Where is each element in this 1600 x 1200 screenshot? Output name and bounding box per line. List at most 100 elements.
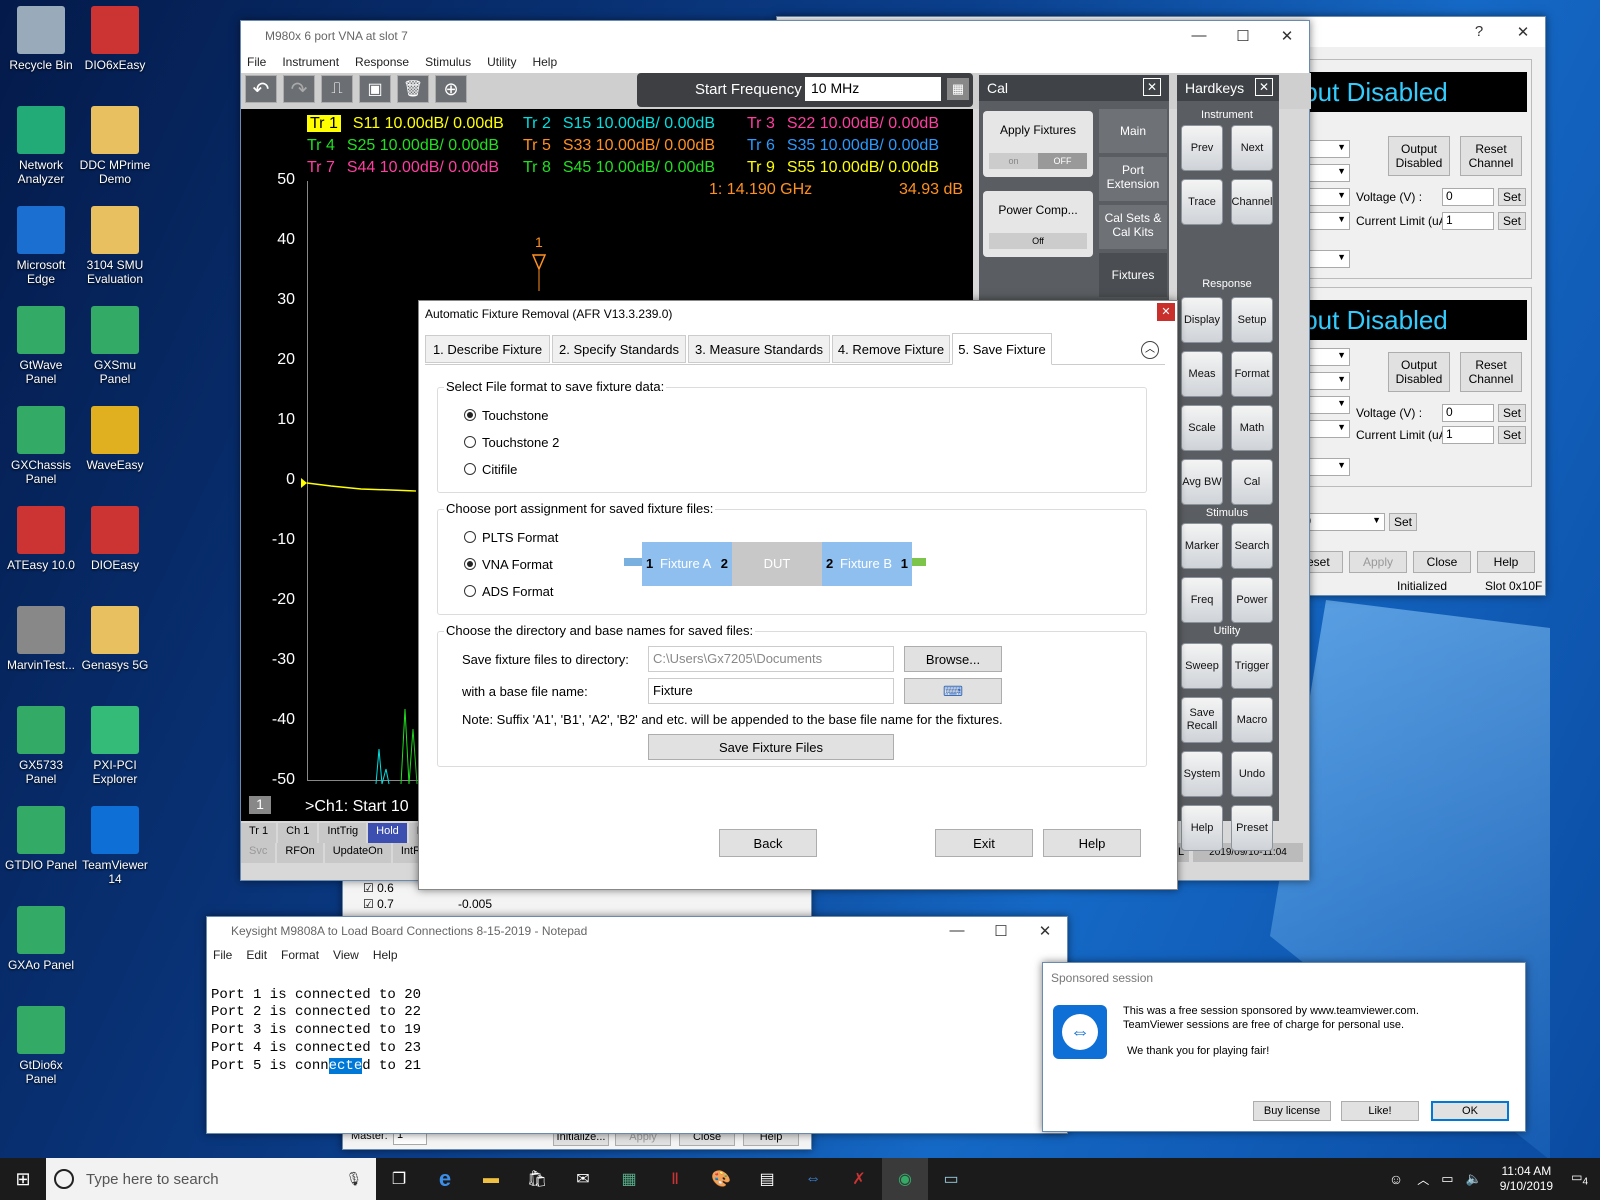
task-view-icon[interactable]: ❐ xyxy=(376,1158,422,1200)
volume-icon[interactable]: 🔈 xyxy=(1460,1171,1488,1187)
desktop-icon[interactable]: GtWave Panel xyxy=(4,306,78,386)
output-disabled-button[interactable]: Output Disabled xyxy=(1388,352,1450,392)
windows-start-icon[interactable]: ⊞ xyxy=(0,1158,46,1200)
desktop-icon[interactable]: 3104 SMU Evaluation xyxy=(78,206,152,286)
hardkey-freq[interactable]: Freq xyxy=(1181,577,1223,623)
radio-vna-format[interactable]: VNA Format xyxy=(464,557,553,572)
hardkey-undo[interactable]: Undo xyxy=(1231,751,1273,797)
collapse-icon[interactable]: ︿ xyxy=(1141,341,1159,359)
desktop-icon[interactable]: GXChassis Panel xyxy=(4,406,78,486)
set-count-button[interactable]: Set xyxy=(1389,513,1417,531)
menu-help[interactable]: Help xyxy=(373,948,398,962)
hardkey-marker[interactable]: Marker xyxy=(1181,523,1223,569)
hardkey-math[interactable]: Math xyxy=(1231,405,1273,451)
close-icon[interactable]: ✕ xyxy=(1023,922,1067,940)
menu-response[interactable]: Response xyxy=(355,55,409,69)
status-item[interactable]: IntTrig xyxy=(319,823,367,843)
set-voltage-button[interactable]: Set xyxy=(1498,404,1526,422)
hardkey-format[interactable]: Format xyxy=(1231,351,1273,397)
redo-icon[interactable]: ↷ xyxy=(283,75,315,103)
close-icon[interactable]: ✕ xyxy=(1501,23,1545,41)
hardkey-display[interactable]: Display xyxy=(1181,297,1223,343)
hardkey-help[interactable]: Help xyxy=(1181,805,1223,851)
hardkey-avg-bw[interactable]: Avg BW xyxy=(1181,459,1223,505)
hardkey-macro[interactable]: Macro xyxy=(1231,697,1273,743)
reset-channel-button[interactable]: Reset Channel xyxy=(1460,136,1522,176)
undo-icon[interactable]: ↶ xyxy=(245,75,277,103)
radio-citifile[interactable]: Citifile xyxy=(464,462,517,477)
taskbar-search-box[interactable]: Type here to search 🎙 xyxy=(46,1158,376,1200)
dioeasy-icon[interactable]: Ⅱ xyxy=(652,1158,698,1200)
desktop-icon[interactable]: GXSmu Panel xyxy=(78,306,152,386)
menu-file[interactable]: File xyxy=(213,948,232,962)
menu-stimulus[interactable]: Stimulus xyxy=(425,55,471,69)
desktop-icon[interactable]: DIO6xEasy xyxy=(78,6,152,72)
teamviewer-icon[interactable]: ⇔ xyxy=(790,1158,836,1200)
desktop-icon[interactable]: Recycle Bin xyxy=(4,6,78,72)
desktop-icon[interactable]: ATEasy 10.0 xyxy=(4,506,78,572)
menu-utility[interactable]: Utility xyxy=(487,55,516,69)
hardkey-system[interactable]: System xyxy=(1181,751,1223,797)
desktop-icon[interactable]: GtDio6x Panel xyxy=(4,1006,78,1086)
close-icon[interactable]: ✕ xyxy=(1157,303,1175,321)
smu-apply-button[interactable]: Apply xyxy=(1349,551,1407,573)
output-disabled-button[interactable]: Output Disabled xyxy=(1388,136,1450,176)
minimize-icon[interactable]: — xyxy=(935,922,979,940)
buy-license-button[interactable]: Buy license xyxy=(1253,1101,1331,1121)
hardkey-next[interactable]: Next xyxy=(1231,125,1273,171)
notepad-icon[interactable]: ▭ xyxy=(928,1158,974,1200)
smu-help-button[interactable]: Help xyxy=(1477,551,1535,573)
desktop-icon[interactable]: GXAo Panel xyxy=(4,906,78,972)
cal-tab-main[interactable]: Main xyxy=(1099,109,1167,153)
hardkey-setup[interactable]: Setup xyxy=(1231,297,1273,343)
microphone-icon[interactable]: 🎙 xyxy=(345,1171,362,1187)
menu-view[interactable]: View xyxy=(333,948,359,962)
notepad-text[interactable]: Port 1 is connected to 20 Port 2 is conne… xyxy=(207,965,1067,1079)
close-icon[interactable]: ✕ xyxy=(1255,78,1273,96)
calculator-icon[interactable]: ▤ xyxy=(744,1158,790,1200)
tray-chevron-icon[interactable]: ︿ xyxy=(1411,1171,1435,1188)
edge-icon[interactable]: e xyxy=(422,1158,468,1200)
tab-describe-fixture[interactable]: 1. Describe Fixture xyxy=(425,335,550,363)
hardkey-channel[interactable]: Channel xyxy=(1231,179,1273,225)
desktop-icon[interactable]: GTDIO Panel xyxy=(4,806,78,872)
desktop-icon[interactable]: DIOEasy xyxy=(78,506,152,572)
save-fixture-files-button[interactable]: Save Fixture Files xyxy=(648,734,894,760)
power-comp-button[interactable]: Power Comp... Off xyxy=(983,191,1093,257)
status-item[interactable]: RFOn xyxy=(277,843,323,863)
like-button[interactable]: Like! xyxy=(1341,1101,1419,1121)
hardkey-preset[interactable]: Preset xyxy=(1231,805,1273,851)
network-analyzer-icon[interactable]: ◉ xyxy=(882,1158,928,1200)
menu-format[interactable]: Format xyxy=(281,948,319,962)
current-input[interactable]: 1 xyxy=(1442,426,1494,444)
voltage-input[interactable]: 0 xyxy=(1442,404,1494,422)
set-voltage-button[interactable]: Set xyxy=(1498,188,1526,206)
help-button[interactable]: Help xyxy=(1043,829,1141,857)
menu-file[interactable]: File xyxy=(247,55,266,69)
screenshot-icon[interactable]: ▣ xyxy=(359,75,391,103)
hardkey-cal[interactable]: Cal xyxy=(1231,459,1273,505)
browse-button[interactable]: Browse... xyxy=(904,646,1002,672)
desktop-icon[interactable]: Genasys 5G xyxy=(78,606,152,672)
apply-fixtures-button[interactable]: Apply Fixtures on OFF xyxy=(983,111,1093,177)
base-name-input[interactable]: Fixture xyxy=(648,678,894,704)
status-item[interactable]: UpdateOn xyxy=(324,843,391,863)
notification-icon[interactable]: ▭4 xyxy=(1565,1170,1600,1187)
hardkey-save-recall[interactable]: Save Recall xyxy=(1181,697,1223,743)
status-item[interactable]: Tr 1 xyxy=(241,823,277,843)
radio-touchstone-2[interactable]: Touchstone 2 xyxy=(464,435,559,450)
back-button[interactable]: Back xyxy=(719,829,817,857)
smu-close-button[interactable]: Close xyxy=(1413,551,1471,573)
network-icon[interactable]: ▭ xyxy=(1435,1171,1459,1187)
desktop-icon[interactable]: Network Analyzer xyxy=(4,106,78,186)
voltage-input[interactable]: 0 xyxy=(1442,188,1494,206)
tab-specify-standards[interactable]: 2. Specify Standards xyxy=(552,335,686,363)
reset-channel-button[interactable]: Reset Channel xyxy=(1460,352,1522,392)
file-explorer-icon[interactable]: ▬ xyxy=(468,1158,514,1200)
zoom-icon[interactable]: ⊕ xyxy=(435,75,467,103)
set-current-button[interactable]: Set xyxy=(1498,426,1526,444)
radio-touchstone[interactable]: Touchstone xyxy=(464,408,549,423)
desktop-icon[interactable]: WaveEasy xyxy=(78,406,152,472)
close-icon[interactable]: ✕ xyxy=(1143,78,1161,96)
desktop-icon[interactable]: TeamViewer 14 xyxy=(78,806,152,886)
